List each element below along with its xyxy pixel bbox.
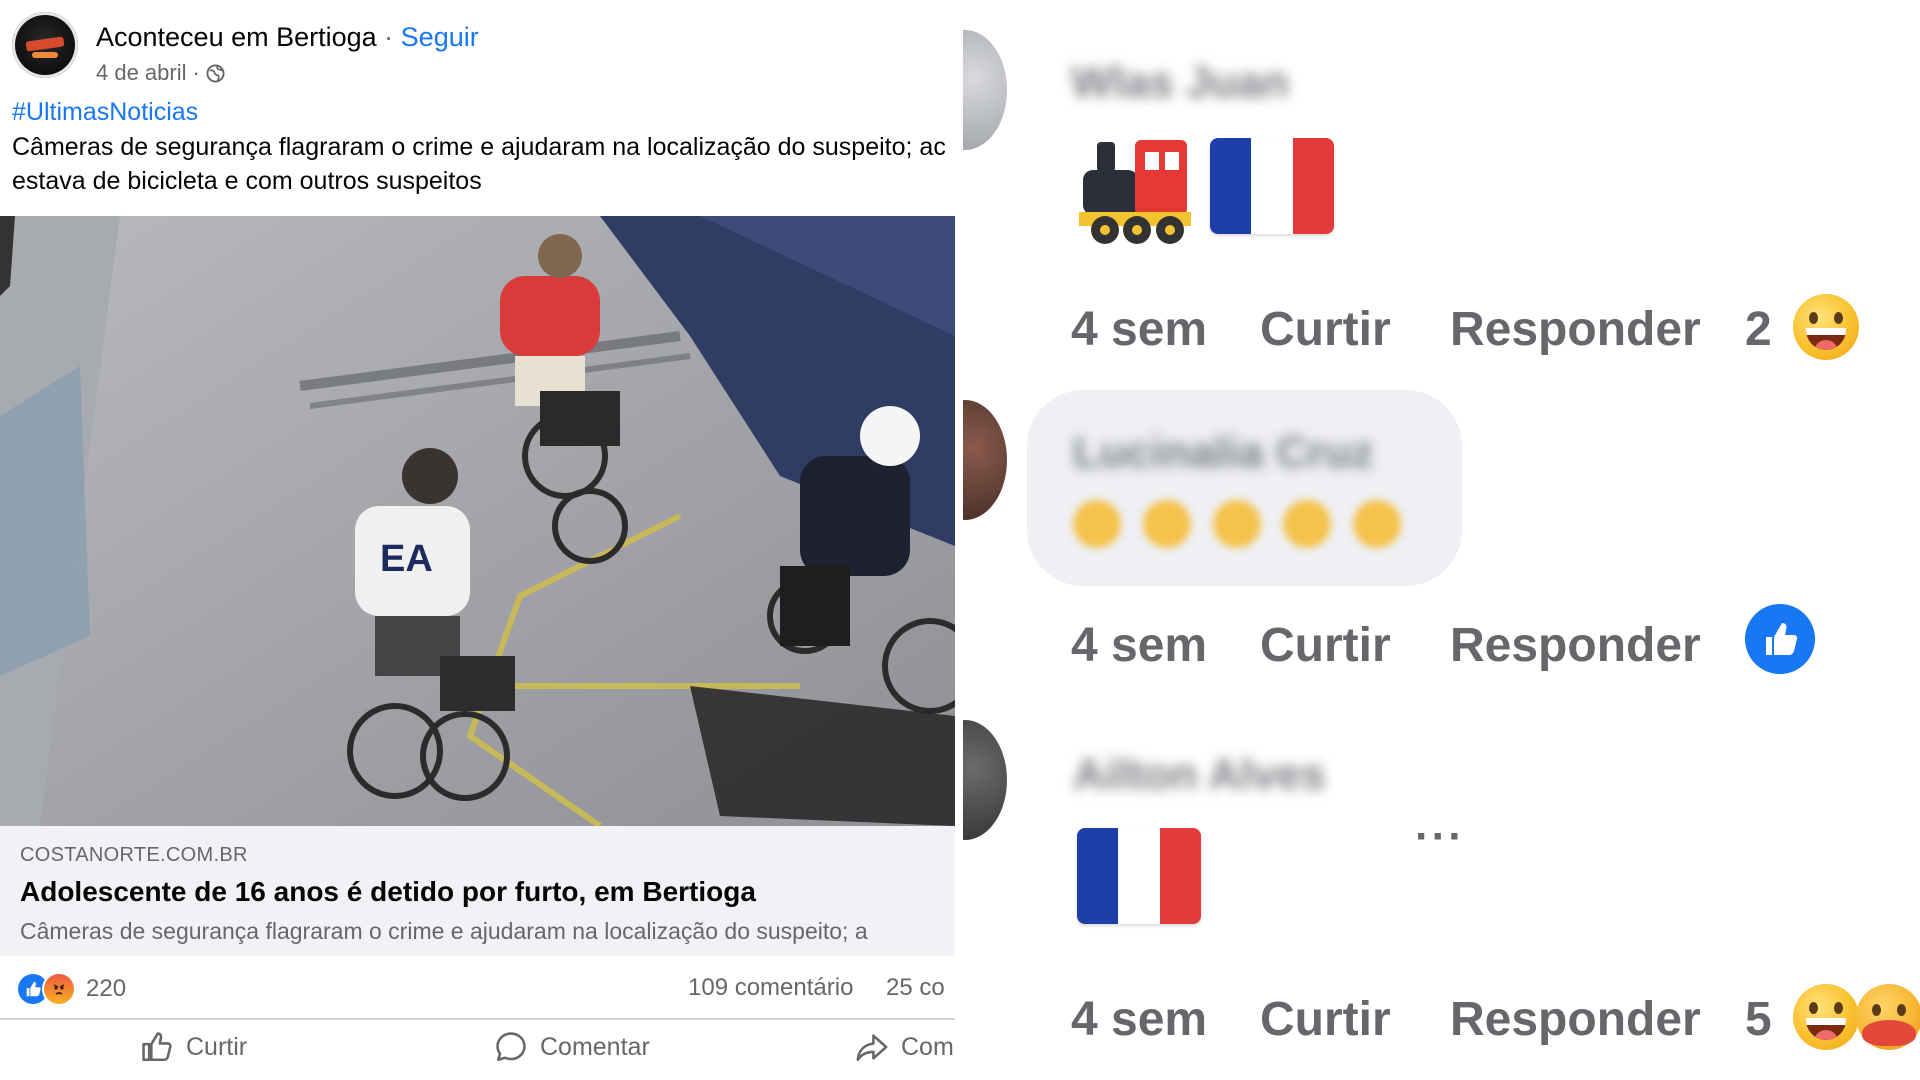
comment-time[interactable]: 4 sem: [1071, 992, 1207, 1047]
comment-reply-button[interactable]: Responder: [1450, 302, 1701, 357]
share-arrow-icon: [856, 1034, 888, 1062]
svg-text:EA: EA: [380, 538, 433, 580]
comment-bubble: [1027, 390, 1462, 586]
care-emoji-icon: [1856, 984, 1920, 1050]
france-flag-icon: [1077, 828, 1201, 924]
page-name[interactable]: Aconteceu em Bertioga: [96, 22, 377, 52]
angry-reaction-icon: [42, 972, 76, 1006]
post-header: Aconteceu em Bertioga · Seguir 4 de abri…: [12, 12, 942, 85]
page-name-line: Aconteceu em Bertioga · Seguir: [96, 22, 479, 53]
link-description: Câmeras de segurança flagraram o crime e…: [20, 918, 868, 944]
post-meta: 4 de abril ·: [96, 60, 225, 86]
commenter-name[interactable]: Ailton Alves: [1073, 750, 1326, 800]
comment-reply-button[interactable]: Responder: [1450, 618, 1701, 673]
share-button[interactable]: Com: [855, 1030, 954, 1064]
post-text-line-1: Câmeras de segurança flagraram o crime e…: [12, 133, 946, 161]
like-label: Curtir: [186, 1032, 248, 1061]
commenter-avatar[interactable]: [963, 30, 1007, 150]
commenter-avatar[interactable]: [963, 720, 1007, 840]
haha-emoji-icon: [1793, 984, 1859, 1050]
facebook-post: Aconteceu em Bertioga · Seguir 4 de abri…: [0, 0, 955, 1080]
comment-reaction-count[interactable]: 2: [1745, 302, 1772, 357]
comments-count[interactable]: 109 comentário: [688, 974, 853, 1002]
post-stats-bar: 220 109 comentário 25 co: [0, 956, 955, 1020]
link-preview-card[interactable]: COSTANORTE.COM.BR Adolescente de 16 anos…: [0, 826, 955, 956]
comment-reply-button[interactable]: Responder: [1450, 992, 1701, 1047]
france-flag-icon: [1210, 138, 1334, 234]
like-button[interactable]: Curtir: [140, 1030, 247, 1064]
thumbs-up-icon: [142, 1032, 172, 1062]
comment-button[interactable]: Comentar: [494, 1030, 650, 1064]
share-label: Com: [901, 1032, 954, 1061]
globe-icon: [206, 63, 225, 83]
commenter-avatar[interactable]: [963, 400, 1007, 520]
post-text: Câmeras de segurança flagraram o crime e…: [12, 130, 952, 198]
comments-zoom-panel: Wlas Juan 4 sem Curtir Responder 2 Lucin…: [963, 0, 1920, 1080]
meta-separator: ·: [192, 60, 200, 85]
comment-like-button[interactable]: Curtir: [1260, 302, 1391, 357]
follow-button[interactable]: Seguir: [401, 22, 479, 52]
like-reaction-badge-icon[interactable]: [1745, 604, 1815, 674]
commenter-name[interactable]: Lucinalia Cruz: [1073, 428, 1374, 478]
yellow-emoji-row-icon: [1073, 500, 1401, 548]
separator: ·: [376, 22, 401, 52]
link-title[interactable]: Adolescente de 16 anos é detido por furt…: [20, 876, 756, 908]
comment-time[interactable]: 4 sem: [1071, 302, 1207, 357]
haha-emoji-icon: [1793, 294, 1859, 360]
page-avatar[interactable]: [12, 12, 78, 78]
comment-label: Comentar: [540, 1032, 650, 1061]
link-domain: COSTANORTE.COM.BR: [20, 844, 248, 866]
comment-reaction-count[interactable]: 5: [1745, 992, 1772, 1047]
comment-time[interactable]: 4 sem: [1071, 618, 1207, 673]
hashtag-link[interactable]: #UltimasNoticias: [12, 98, 198, 127]
comment-bubble-icon: [496, 1032, 526, 1062]
locomotive-emoji-icon: [1075, 130, 1195, 248]
post-date[interactable]: 4 de abril: [96, 60, 187, 86]
post-actions: Curtir Comentar Com: [0, 1020, 955, 1080]
post-photo[interactable]: EA: [0, 216, 955, 826]
shares-count[interactable]: 25 co: [886, 974, 945, 1002]
commenter-name[interactable]: Wlas Juan: [1071, 58, 1289, 108]
reaction-summary[interactable]: 220: [16, 972, 126, 1006]
more-options-icon[interactable]: ···: [1415, 812, 1465, 862]
reaction-count: 220: [86, 975, 127, 1002]
comment-like-button[interactable]: Curtir: [1260, 992, 1391, 1047]
comment-like-button[interactable]: Curtir: [1260, 618, 1391, 673]
cctv-photo-illustration: EA: [0, 216, 955, 826]
post-text-line-2: estava de bicicleta e com outros suspeit…: [12, 167, 482, 195]
